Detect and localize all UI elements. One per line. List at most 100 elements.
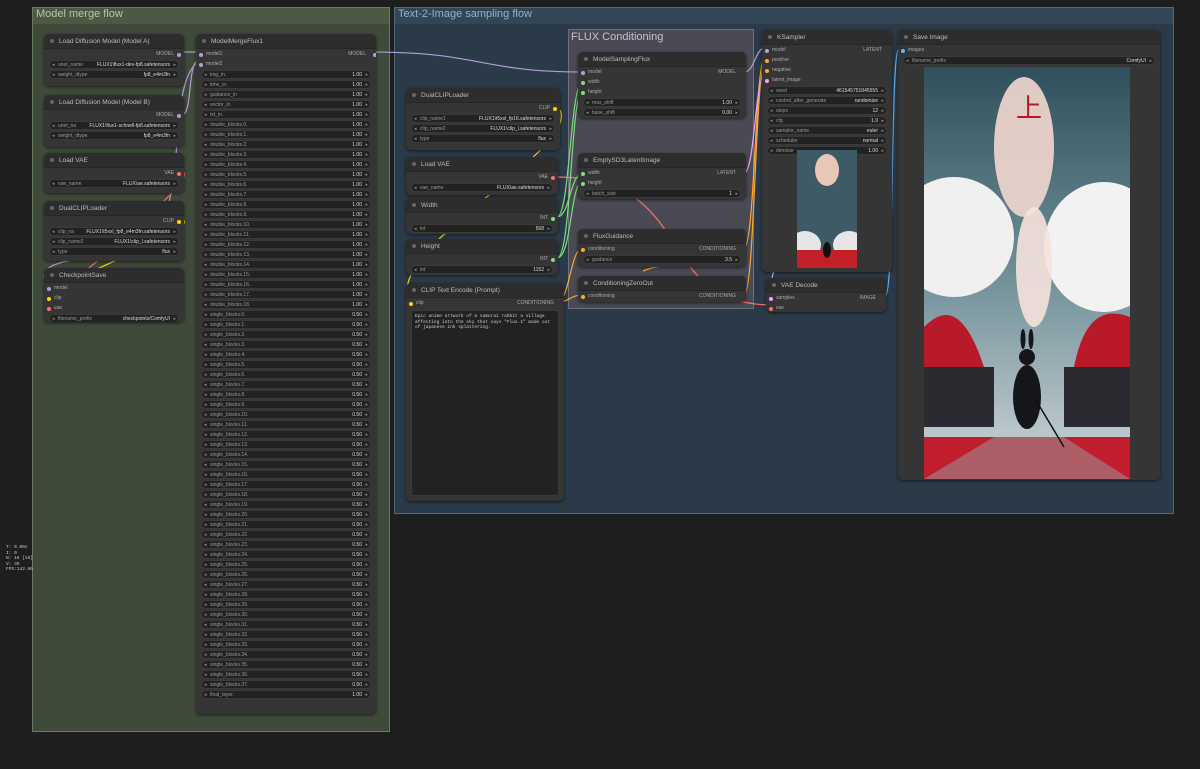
merge-ratio-widget[interactable]: double_blocks.10. 1.00	[201, 220, 371, 230]
merge-ratio-widget[interactable]: single_blocks.6. 0.50	[201, 370, 371, 380]
comfy-canvas[interactable]: Model merge flow Text-2-Image sampling f…	[0, 0, 1200, 769]
node-vae-decode[interactable]: VAE Decode samples IMAGE vae	[766, 278, 886, 312]
node-title[interactable]: Width	[406, 198, 558, 213]
input-width[interactable]: width LATENT	[581, 169, 741, 178]
merge-ratio-widget[interactable]: double_blocks.11. 1.00	[201, 230, 371, 240]
node-title[interactable]: Load VAE	[406, 157, 558, 172]
node-title[interactable]: VAE Decode	[766, 278, 886, 293]
merge-ratio-widget[interactable]: single_blocks.14. 0.50	[201, 450, 371, 460]
unet-name-widget[interactable]: unet_nameFLUX1\flux1-dev-fp8.safetensors	[49, 60, 179, 70]
input-conditioning[interactable]: conditioning CONDITIONING	[581, 292, 741, 301]
merge-ratio-widget[interactable]: double_blocks.3. 1.00	[201, 150, 371, 160]
merge-ratio-widget[interactable]: img_in. 1.00	[201, 70, 371, 80]
merge-ratio-widget[interactable]: vector_in. 1.00	[201, 100, 371, 110]
merge-ratio-widget[interactable]: double_blocks.16. 1.00	[201, 280, 371, 290]
node-load-diffusion-b[interactable]: Load Diffusion Model (Model B) MODEL une…	[44, 95, 184, 147]
output-image[interactable]: 上	[924, 67, 1130, 479]
node-load-diffusion-a[interactable]: Load Diffusion Model (Model A) MODEL une…	[44, 34, 184, 86]
merge-ratio-widget[interactable]: single_blocks.25. 0.50	[201, 560, 371, 570]
node-empty-sd3-latent[interactable]: EmptySD3LatentImage widthLATENT height b…	[578, 153, 746, 199]
merge-ratio-widget[interactable]: single_blocks.8. 0.50	[201, 390, 371, 400]
type-widget[interactable]: typeflux	[49, 247, 179, 257]
input-height[interactable]: height	[581, 179, 741, 188]
merge-ratio-widget[interactable]: single_blocks.33. 0.50	[201, 640, 371, 650]
node-title[interactable]: CLIP Text Encode (Prompt)	[406, 283, 564, 298]
merge-ratio-widget[interactable]: single_blocks.1. 0.50	[201, 320, 371, 330]
merge-ratio-widget[interactable]: single_blocks.9. 0.50	[201, 400, 371, 410]
node-model-merge-flux1[interactable]: ModelMergeFlux1 model1MODEL model2 img_i…	[196, 34, 376, 714]
weight-dtype-widget[interactable]: weight_dtypefp8_e4m3fn	[49, 70, 179, 80]
node-title[interactable]: CheckpointSave	[44, 268, 184, 283]
node-title[interactable]: EmptySD3LatentImage	[578, 153, 746, 168]
merge-ratio-widget[interactable]: guidance_in 1.00	[201, 90, 371, 100]
input-model2[interactable]: model2	[199, 60, 371, 69]
clip-name1-widget[interactable]: clip_naFLUX1\t5xxl_fp8_e4m3fn.safetensor…	[49, 227, 179, 237]
merge-ratio-widget[interactable]: single_blocks.28. 0.50	[201, 590, 371, 600]
guidance-widget[interactable]: guidance3.5	[583, 255, 741, 265]
clip-name1-widget[interactable]: clip_name1FLUX1\t5xxl_fp16.safetensors	[411, 114, 555, 124]
input-model1[interactable]: model1 MODEL	[199, 50, 376, 59]
node-conditioning-zero-out[interactable]: ConditioningZeroOut conditioning CONDITIO…	[578, 276, 746, 302]
input-width[interactable]: width	[581, 78, 741, 87]
merge-ratio-widget[interactable]: double_blocks.8. 1.00	[201, 200, 371, 210]
node-width[interactable]: Width INT int568	[406, 198, 558, 234]
node-title[interactable]: ModelMergeFlux1	[196, 34, 376, 49]
input-height[interactable]: height	[581, 88, 741, 97]
ksampler-widget[interactable]: cfg 1.0	[767, 116, 887, 126]
node-title[interactable]: ModelSamplingFlux	[578, 52, 746, 67]
ksampler-widget[interactable]: control_after_generate randomize	[767, 96, 887, 106]
merge-ratio-widget[interactable]: double_blocks.2. 1.00	[201, 140, 371, 150]
output-model[interactable]: MODEL	[49, 111, 181, 120]
merge-ratio-widget[interactable]: single_blocks.10. 0.50	[201, 410, 371, 420]
prompt-textarea[interactable]: Epic anime artwork of a samurai rabbit a…	[411, 310, 559, 496]
filename-prefix-widget[interactable]: filename_prefixcheckpoints/ComfyUI	[49, 314, 179, 322]
merge-ratio-widget[interactable]: single_blocks.18. 0.50	[201, 490, 371, 500]
merge-ratio-widget[interactable]: double_blocks.12. 1.00	[201, 240, 371, 250]
merge-ratio-widget[interactable]: double_blocks.5. 1.00	[201, 170, 371, 180]
node-model-sampling-flux[interactable]: ModelSamplingFlux model MODEL width heigh…	[578, 52, 746, 118]
merge-ratio-widget[interactable]: txt_in. 1.00	[201, 110, 371, 120]
merge-ratio-widget[interactable]: time_in. 1.00	[201, 80, 371, 90]
input-vae[interactable]: vae	[47, 304, 179, 313]
merge-ratio-widget[interactable]: single_blocks.22. 0.50	[201, 530, 371, 540]
merge-ratio-widget[interactable]: single_blocks.26. 0.50	[201, 570, 371, 580]
merge-ratio-widget[interactable]: single_blocks.7. 0.50	[201, 380, 371, 390]
ksampler-widget[interactable]: scheduler normal	[767, 136, 887, 146]
merge-ratio-widget[interactable]: single_blocks.20. 0.50	[201, 510, 371, 520]
input-conditioning[interactable]: conditioning CONDITIONING	[581, 245, 741, 254]
type-widget[interactable]: typeflux	[411, 134, 555, 144]
output-model[interactable]: MODEL	[49, 50, 181, 59]
vae-name-widget[interactable]: vae_nameFLUX\ae.safetensors	[49, 179, 179, 189]
merge-ratio-widget[interactable]: single_blocks.4. 0.50	[201, 350, 371, 360]
node-save-image[interactable]: Save Image images filename_prefixComfyUI	[898, 30, 1160, 480]
merge-ratio-widget[interactable]: double_blocks.1. 1.00	[201, 130, 371, 140]
merge-ratio-widget[interactable]: single_blocks.34. 0.50	[201, 650, 371, 660]
output-vae[interactable]: VAE	[49, 169, 181, 178]
node-dual-clip-loader[interactable]: DualCLIPLoader CLIP clip_name1FLUX1\t5xx…	[406, 88, 560, 150]
ksampler-widget[interactable]: sampler_name euler	[767, 126, 887, 136]
merge-ratio-widget[interactable]: single_blocks.32. 0.50	[201, 630, 371, 640]
output-clip[interactable]: CLIP	[49, 217, 181, 226]
merge-ratio-widget[interactable]: single_blocks.35. 0.50	[201, 660, 371, 670]
merge-ratio-widget[interactable]: final_layer. 1.00	[201, 690, 371, 700]
input-samples[interactable]: samples IMAGE	[769, 294, 881, 303]
merge-ratio-widget[interactable]: single_blocks.36. 0.50	[201, 670, 371, 680]
node-load-vae-merge[interactable]: Load VAE VAE vae_nameFLUX\ae.safetensors	[44, 153, 184, 193]
input-positive[interactable]: positive	[765, 56, 887, 65]
node-ksampler[interactable]: KSampler model LATENT positive negative l…	[762, 30, 892, 272]
clip-name2-widget[interactable]: clip_name2FLUX1\clip_l.safetensors	[49, 237, 179, 247]
merge-ratio-widget[interactable]: single_blocks.3. 0.50	[201, 340, 371, 350]
node-dual-clip-loader-merge[interactable]: DualCLIPLoader CLIP clip_naFLUX1\t5xxl_f…	[44, 201, 184, 261]
input-clip[interactable]: clip	[47, 294, 179, 303]
ksampler-widget[interactable]: steps 12	[767, 106, 887, 116]
node-title[interactable]: ConditioningZeroOut	[578, 276, 746, 291]
merge-ratio-widget[interactable]: double_blocks.17. 1.00	[201, 290, 371, 300]
merge-ratio-widget[interactable]: double_blocks.13. 1.00	[201, 250, 371, 260]
input-vae[interactable]: vae	[769, 304, 881, 312]
merge-ratio-widget[interactable]: single_blocks.19. 0.50	[201, 500, 371, 510]
merge-ratio-widget[interactable]: double_blocks.15. 1.00	[201, 270, 371, 280]
merge-ratio-widget[interactable]: double_blocks.18. 1.00	[201, 300, 371, 310]
node-height[interactable]: Height INT int1152	[406, 239, 558, 275]
output-int[interactable]: INT	[411, 214, 555, 223]
merge-ratio-widget[interactable]: single_blocks.27. 0.50	[201, 580, 371, 590]
